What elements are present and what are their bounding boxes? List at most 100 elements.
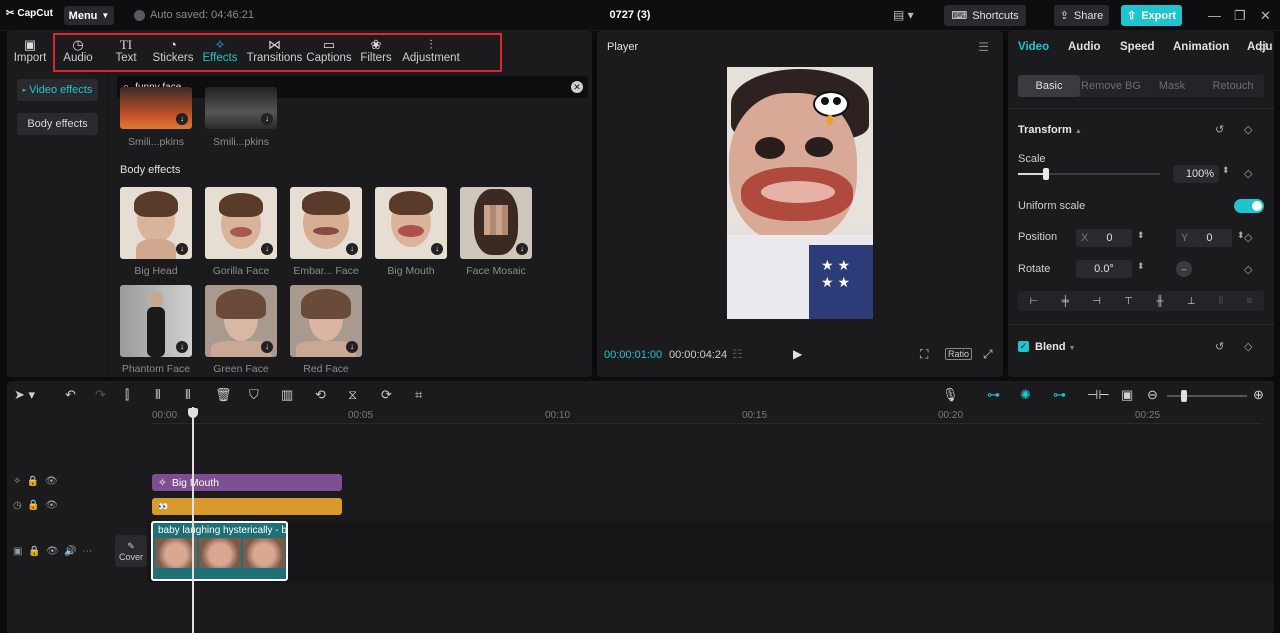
subtab-basic[interactable]: Basic xyxy=(1018,75,1080,97)
ratio-button[interactable]: Ratio xyxy=(945,348,973,360)
effect-gorilla-face[interactable]: ↓ xyxy=(205,187,277,259)
scale-input[interactable]: 100% xyxy=(1173,165,1219,183)
subtab-mask[interactable]: Mask xyxy=(1142,75,1202,97)
timecode-format-icon[interactable]: ☷ xyxy=(732,347,743,361)
scale-slider[interactable] xyxy=(1018,168,1160,180)
subtab-remove-bg[interactable]: Remove BG xyxy=(1080,75,1142,97)
rotate-clip-icon[interactable]: ⟳ xyxy=(381,387,392,403)
effect-green-face[interactable]: ↓ xyxy=(205,285,277,357)
align-center-h-icon[interactable]: ╪ xyxy=(1062,296,1069,307)
keyframe-icon[interactable]: ◇ xyxy=(1244,167,1252,180)
tab-speed[interactable]: Speed xyxy=(1120,41,1155,53)
playhead-handle[interactable] xyxy=(188,408,198,418)
rotate-dial-icon[interactable]: – xyxy=(1176,261,1192,277)
effect-thumbnail[interactable]: ↓ xyxy=(120,87,192,129)
video-clip[interactable]: baby laughing hysterically - b xyxy=(151,521,288,581)
menu-button[interactable]: Menu ▼ xyxy=(64,6,114,25)
effect-clip-big-mouth[interactable]: ✧ Big Mouth xyxy=(152,474,342,491)
tab-audio-props[interactable]: Audio xyxy=(1068,41,1101,53)
clear-search-icon[interactable]: ✕ xyxy=(571,81,583,93)
select-tool-icon[interactable]: ➤ ▾ xyxy=(14,387,35,403)
crop-icon[interactable]: ⌗ xyxy=(415,387,422,403)
uniform-scale-toggle[interactable] xyxy=(1234,199,1264,213)
stepper-icon[interactable]: ⬍ xyxy=(1137,261,1145,272)
distribute-v-icon[interactable]: ≡ xyxy=(1246,296,1252,307)
tab-audio[interactable]: ◷ Audio xyxy=(57,33,99,67)
delete-icon[interactable]: 🗑 xyxy=(215,387,232,403)
position-x-input[interactable]: X0 xyxy=(1076,229,1132,247)
split-icon[interactable]: ⫿ xyxy=(125,387,129,403)
sticker-clip[interactable]: 👀 xyxy=(152,498,342,515)
freeze-icon[interactable]: ▥ xyxy=(281,387,293,403)
reset-icon[interactable]: ↺ xyxy=(1215,340,1224,353)
stepper-icon[interactable]: ⬍ xyxy=(1222,165,1230,176)
scale-slider-handle[interactable] xyxy=(1043,168,1050,180)
zoom-out-icon[interactable]: ⊖ xyxy=(1147,387,1158,403)
microphone-icon[interactable]: 🎙 xyxy=(942,387,959,403)
zoom-slider[interactable] xyxy=(1167,390,1247,402)
maximize-icon[interactable]: ❐ xyxy=(1234,8,1246,24)
undo-icon[interactable]: ↶ xyxy=(65,387,76,403)
video-preview[interactable]: ★ ★ ★ ★ xyxy=(727,67,873,319)
align-bottom-icon[interactable]: ⊥ xyxy=(1187,296,1196,307)
tab-effects[interactable]: ✧ Effects xyxy=(199,33,241,67)
inspector-expand-icon[interactable]: ⇄ xyxy=(1258,39,1269,55)
player-menu-icon[interactable]: ☰ xyxy=(978,40,989,54)
tab-stickers[interactable]: ◔ Stickers xyxy=(149,33,197,67)
tab-filters[interactable]: ❀ Filters xyxy=(358,33,394,67)
blend-section-title[interactable]: Blend ▼ xyxy=(1035,341,1076,353)
distribute-h-icon[interactable]: ⫴ xyxy=(1219,296,1223,307)
align-right-icon[interactable]: ⊣ xyxy=(1092,296,1101,307)
blend-checkbox[interactable]: ✓ xyxy=(1018,341,1029,352)
keyframe-icon[interactable]: ◇ xyxy=(1244,123,1252,136)
tab-animation[interactable]: Animation xyxy=(1173,41,1229,53)
minimize-icon[interactable]: — xyxy=(1208,8,1221,23)
align-center-v-icon[interactable]: ╫ xyxy=(1156,296,1163,307)
export-button[interactable]: ⇧ Export xyxy=(1121,5,1182,26)
cover-button[interactable]: ✎ Cover xyxy=(115,535,147,567)
split-right-icon[interactable]: ⦀ xyxy=(185,387,191,403)
auto-snap-icon[interactable]: ✺ xyxy=(1020,387,1031,403)
fullscreen-icon[interactable]: ⤢ xyxy=(983,347,993,362)
tab-import[interactable]: ▣ Import xyxy=(7,33,53,67)
redo-icon[interactable]: ↷ xyxy=(95,387,106,403)
keyframe-icon[interactable]: ◇ xyxy=(1244,340,1252,353)
mirror-icon[interactable]: ⧖ xyxy=(348,387,357,403)
sidebar-item-video-effects[interactable]: ▸ Video effects xyxy=(17,79,98,101)
shortcuts-button[interactable]: ⌨ Shortcuts xyxy=(944,5,1026,26)
marker-icon[interactable]: ⛉ xyxy=(249,387,259,403)
effect-big-mouth[interactable]: ↓ xyxy=(375,187,447,259)
effect-phantom-face[interactable]: ↓ xyxy=(120,285,192,357)
transform-section-title[interactable]: Transform ▲ xyxy=(1018,124,1082,136)
keyframe-icon[interactable]: ◇ xyxy=(1244,263,1252,276)
split-preview-icon[interactable]: ⊣⊢ xyxy=(1087,387,1110,403)
subtab-retouch[interactable]: Retouch xyxy=(1202,75,1264,97)
split-left-icon[interactable]: ⦀ xyxy=(155,387,161,403)
align-left-icon[interactable]: ⊢ xyxy=(1030,296,1039,307)
preview-axis-icon[interactable]: ▣ xyxy=(1121,387,1133,403)
stepper-icon[interactable]: ⬍ xyxy=(1137,230,1145,241)
tab-captions[interactable]: ▭ Captions xyxy=(305,33,353,67)
playhead[interactable] xyxy=(192,407,194,633)
reset-icon[interactable]: ↺ xyxy=(1215,123,1224,136)
effect-face-mosaic[interactable]: ↓ xyxy=(460,187,532,259)
effect-embarrassed-face[interactable]: ↓ xyxy=(290,187,362,259)
share-button[interactable]: ⇪ Share xyxy=(1054,5,1109,26)
reverse-icon[interactable]: ⟲ xyxy=(315,387,326,403)
tab-video[interactable]: Video xyxy=(1018,41,1049,53)
effect-big-head[interactable]: ↓ xyxy=(120,187,192,259)
tab-text[interactable]: TI Text xyxy=(107,33,145,67)
effect-thumbnail[interactable]: ↓ xyxy=(205,87,277,129)
sidebar-item-body-effects[interactable]: Body effects xyxy=(17,113,98,135)
tab-transitions[interactable]: ⋈ Transitions xyxy=(247,33,303,67)
fullscreen-crop-icon[interactable]: ⛶ xyxy=(920,347,928,362)
layout-icon[interactable]: ▤ ▾ xyxy=(893,8,914,22)
effect-red-face[interactable]: ↓ xyxy=(290,285,362,357)
align-top-icon[interactable]: ⊤ xyxy=(1124,296,1133,307)
keyframe-icon[interactable]: ◇ xyxy=(1244,231,1252,244)
zoom-in-icon[interactable]: ⊕ xyxy=(1253,387,1264,403)
close-icon[interactable]: ✕ xyxy=(1260,8,1271,24)
tab-adjustment[interactable]: ⫶ Adjustment xyxy=(402,33,460,67)
magnet-main-track-icon[interactable]: ⊶ xyxy=(987,387,1000,403)
link-icon[interactable]: ⊶ xyxy=(1053,387,1066,403)
